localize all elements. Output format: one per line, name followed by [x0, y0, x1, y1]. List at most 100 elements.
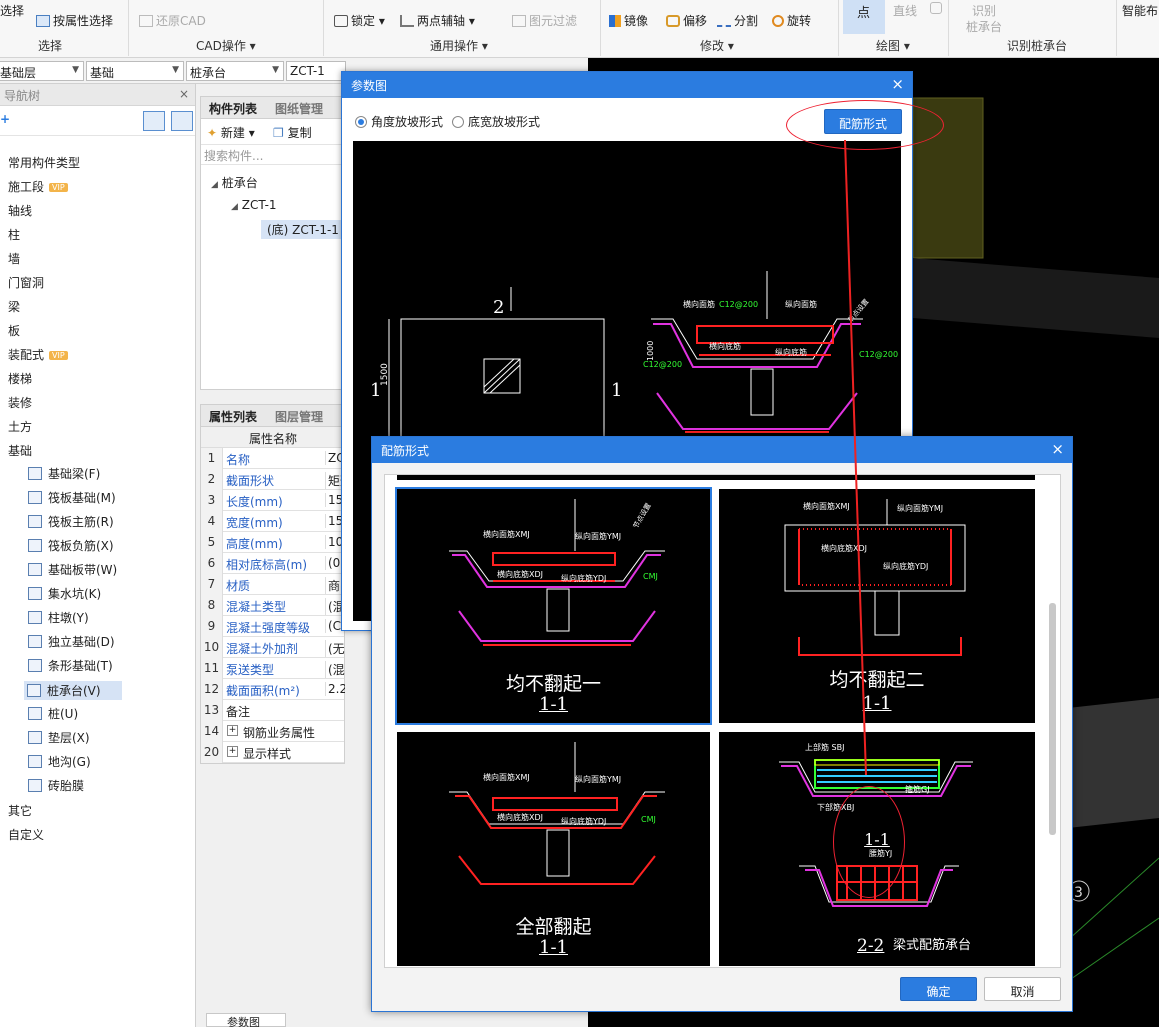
ok-button[interactable]: 确定	[900, 977, 977, 1001]
nav-item[interactable]: 常用构件类型	[8, 154, 80, 171]
identify-button[interactable]: 识别	[972, 2, 996, 19]
radio-angle-slope[interactable]: 角度放坡形式	[355, 113, 443, 130]
nav-sub-item[interactable]: 筏板主筋(R)	[28, 513, 114, 530]
nav-item[interactable]: 土方	[8, 418, 32, 435]
property-row[interactable]: +20 显示样式	[201, 742, 344, 763]
shape-icon[interactable]	[930, 2, 942, 14]
filter-button[interactable]: 图元过滤	[512, 12, 577, 29]
list-view-icon[interactable]	[143, 111, 165, 131]
two-point-axis-button[interactable]: 两点辅轴 ▾	[400, 12, 475, 29]
add-icon[interactable]: +	[0, 112, 10, 126]
property-row[interactable]: 2截面形状矩形	[201, 469, 345, 490]
new-button[interactable]: ✦ 新建 ▾	[207, 124, 255, 141]
property-row[interactable]: 11泵送类型 (混凝土泵	[201, 658, 345, 679]
identify-pile-cap-button[interactable]: 桩承台	[966, 18, 1002, 35]
property-row[interactable]: 5高度(mm)1000	[201, 532, 345, 553]
property-value[interactable]: 2.25	[325, 682, 345, 696]
tree-node-pile-cap[interactable]: ◢ 桩承台	[211, 174, 258, 191]
rotate-button[interactable]: 旋转	[772, 12, 811, 29]
property-row[interactable]: 3长度(mm)1500	[201, 490, 345, 511]
offset-button[interactable]: 偏移	[666, 12, 707, 29]
nav-sub-item[interactable]: 筏板基础(M)	[28, 489, 116, 506]
nav-sub-item[interactable]: 集水坑(K)	[28, 585, 101, 602]
property-row[interactable]: 4宽度(mm)1500	[201, 511, 345, 532]
radio-width-slope[interactable]: 底宽放坡形式	[452, 113, 540, 130]
property-row[interactable]: 7材质商品	[201, 574, 345, 595]
copy-button[interactable]: ❐ 复制	[273, 124, 312, 141]
property-row[interactable]: +14 钢筋业务属性	[201, 721, 344, 742]
rebar-option-no-bend-2[interactable]: 横向面筋XMJ 纵向面筋YMJ 横向底筋XDJ 纵向底筋YDJ 均不翻起二 1-…	[719, 489, 1035, 723]
category-select[interactable]: 基础 ▼	[86, 61, 184, 81]
tab-params-drawing[interactable]: 参数图	[206, 1013, 286, 1027]
rebar-option-all-bend[interactable]: 横向面筋XMJ 纵向面筋YMJ 横向底筋XDJ 纵向底筋YDJ CMJ 全部翻起…	[397, 732, 710, 966]
nav-item[interactable]: 装配式 VIP	[8, 346, 68, 363]
tree-node-zct1-1[interactable]: (底) ZCT-1-1	[261, 220, 346, 239]
property-row[interactable]: 10混凝土外加剂 (无)	[201, 637, 345, 658]
close-icon[interactable]: ×	[1051, 440, 1064, 458]
nav-item[interactable]: 自定义	[8, 826, 44, 843]
nav-item[interactable]: 楼梯	[8, 370, 32, 387]
nav-sub-item[interactable]: 筏板负筋(X)	[28, 537, 114, 554]
nav-sub-item[interactable]: 条形基础(T)	[28, 657, 113, 674]
close-icon[interactable]: ×	[179, 87, 189, 101]
property-row[interactable]: 9 混凝土强度等级 (C	[201, 616, 344, 637]
cancel-button[interactable]: 取消	[984, 977, 1061, 1001]
rebar-option-beam-cap[interactable]: 上部筋 SBJ 下部筋XBJ 箍筋GJ 腰筋YJ 1-1 2-2 梁式配筋承台	[719, 732, 1035, 966]
property-value[interactable]: (无)	[325, 640, 345, 657]
nav-item[interactable]: 其它	[8, 802, 32, 819]
nav-item[interactable]: 梁	[8, 298, 20, 315]
nav-item[interactable]: 门窗洞	[8, 274, 44, 291]
nav-sub-item[interactable]: 垫层(X)	[28, 729, 90, 746]
gallery-scrollbar[interactable]	[1049, 603, 1056, 835]
dark-slab	[913, 258, 1159, 338]
nav-sub-item[interactable]: 地沟(G)	[28, 753, 91, 770]
nav-item[interactable]: 墙	[8, 250, 20, 267]
property-row[interactable]: 6 相对底标高(m) (0)	[201, 553, 345, 574]
line-draw-button[interactable]: 直线	[893, 2, 917, 19]
nav-sub-item[interactable]: 基础梁(F)	[28, 465, 100, 482]
component-search-input[interactable]: 搜索构件...	[201, 145, 344, 165]
nav-item[interactable]: 柱	[8, 226, 20, 243]
property-row[interactable]: 1名称ZCT-1	[201, 448, 345, 469]
grid-view-icon[interactable]	[171, 111, 193, 131]
property-value[interactable]: (混凝土泵	[325, 661, 345, 678]
point-draw-button[interactable]: 点	[843, 0, 885, 34]
select-button[interactable]: 选择	[0, 2, 24, 19]
nav-item[interactable]: 装修	[8, 394, 32, 411]
close-icon[interactable]: ×	[891, 75, 904, 93]
rebar-option-no-bend-1[interactable]: 横向面筋XMJ 纵向面筋YMJ 横向底筋XDJ 纵向底筋YDJ CMJ 节点设置…	[395, 487, 712, 725]
tab-drawing-manage[interactable]: 图纸管理	[275, 100, 323, 117]
nav-item[interactable]: 板	[8, 322, 20, 339]
nav-sub-item[interactable]: 桩承台(V)	[24, 681, 122, 700]
component-select[interactable]: ZCT-1	[286, 61, 346, 81]
smart-layout-button[interactable]: 智能布	[1122, 2, 1158, 19]
tab-component-list[interactable]: 构件列表	[209, 100, 257, 117]
split-button[interactable]: 分割	[717, 12, 758, 29]
nav-sub-item[interactable]: 桩(U)	[28, 705, 78, 722]
option-section: 2-2	[857, 936, 885, 956]
label-hdj: 横向底筋XDJ	[821, 543, 867, 553]
nav-sub-item[interactable]: 柱墩(Y)	[28, 609, 89, 626]
tab-property-list[interactable]: 属性列表	[209, 408, 257, 425]
expand-icon[interactable]: +	[227, 725, 238, 736]
nav-item[interactable]: 轴线	[8, 202, 32, 219]
restore-cad-button[interactable]: 还原CAD	[139, 12, 206, 29]
nav-item[interactable]: 基础	[8, 442, 32, 459]
property-name: 宽度(mm)	[226, 516, 283, 530]
nav-sub-item[interactable]: 基础板带(W)	[28, 561, 117, 578]
tree-node-zct1[interactable]: ◢ ZCT-1	[231, 198, 277, 212]
property-row[interactable]: 8 混凝土类型 (混	[201, 595, 345, 616]
property-row[interactable]: 12截面面积(m²) 2.25	[201, 679, 345, 700]
mirror-button[interactable]: 镜像	[609, 12, 648, 29]
attr-select-button[interactable]: 按属性选择	[36, 12, 113, 29]
expand-icon[interactable]: +	[227, 746, 238, 757]
floor-select[interactable]: 基础层 ▼	[0, 61, 84, 81]
property-row[interactable]: 13 备注	[201, 700, 344, 721]
nav-sub-item[interactable]: 砖胎膜	[28, 777, 84, 794]
tab-layer-manage[interactable]: 图层管理	[275, 408, 323, 425]
type-select[interactable]: 桩承台 ▼	[186, 61, 284, 81]
lock-button[interactable]: 锁定 ▾	[334, 12, 385, 29]
nav-item[interactable]: 施工段 VIP	[8, 178, 68, 195]
group-draw-label: 绘图 ▾	[876, 39, 910, 53]
nav-sub-item[interactable]: 独立基础(D)	[28, 633, 115, 650]
